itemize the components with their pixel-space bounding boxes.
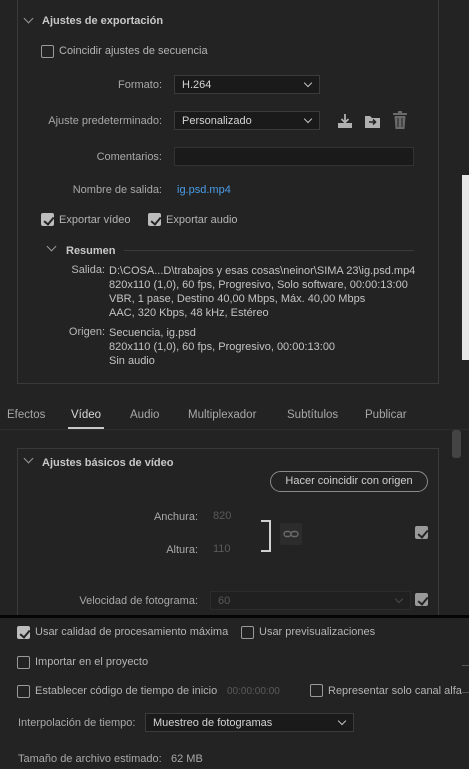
export-video-checkbox[interactable] <box>41 213 54 226</box>
tab-captions[interactable]: Subtítulos <box>287 409 338 421</box>
chevron-down-icon <box>303 78 313 88</box>
tab-publish[interactable]: Publicar <box>365 409 407 421</box>
format-label: Formato: <box>117 79 162 91</box>
chevron-down-icon <box>337 716 347 726</box>
chevron-down-icon <box>394 594 404 604</box>
summary-source-line: 820x110 (1,0), 60 fps, Progresivo, 00:00… <box>109 341 336 353</box>
comments-input[interactable] <box>174 147 414 166</box>
summary-source-block: Secuencia, ig.psd 820x110 (1,0), 60 fps,… <box>109 326 335 368</box>
section-separator <box>0 615 469 618</box>
export-audio-checkbox[interactable] <box>148 213 161 226</box>
delete-preset-icon[interactable] <box>392 111 408 130</box>
max-quality-label: Usar calidad de procesamiento máxima <box>35 626 229 638</box>
aspect-bracket <box>261 520 271 552</box>
width-value[interactable]: 820 <box>213 510 231 522</box>
summary-divider <box>124 250 414 251</box>
set-start-timecode-checkbox[interactable] <box>17 685 30 698</box>
frame-rate-label: Velocidad de fotograma: <box>79 595 198 607</box>
file-size-label: Tamaño de archivo estimado: <box>18 753 162 765</box>
match-frame-rate-checkbox[interactable] <box>415 593 428 606</box>
export-settings-title: Ajustes de exportación <box>42 15 164 27</box>
match-source-button[interactable]: Hacer coincidir con origen <box>270 471 428 492</box>
alpha-only-checkbox[interactable] <box>310 684 323 697</box>
summary-output-line: 820x110 (1,0), 60 fps, Progresivo, Solo … <box>109 279 408 291</box>
summary-output-line: VBR, 1 pase, Destino 40,00 Mbps, Máx. 40… <box>109 293 366 305</box>
summary-output-key: Salida: <box>71 264 105 276</box>
summary-output-line: AAC, 320 Kbps, 48 kHz, Estéreo <box>109 307 269 319</box>
use-previews-checkbox[interactable] <box>241 626 254 639</box>
format-select[interactable]: H.264 <box>174 75 320 94</box>
height-label: Altura: <box>166 544 198 556</box>
import-preset-icon[interactable] <box>363 112 383 130</box>
chevron-down-icon <box>303 114 313 124</box>
tab-video[interactable]: Vídeo <box>71 409 101 421</box>
summary-source-line: Sin audio <box>109 355 155 367</box>
output-name-link[interactable]: ig.psd.mp4 <box>177 184 231 196</box>
match-sequence-label: Coincidir ajustes de secuencia <box>59 45 208 57</box>
export-audio-label: Exportar audio <box>166 214 238 226</box>
tabs-divider <box>0 429 469 430</box>
edge-tick <box>462 665 469 666</box>
preset-label: Ajuste predeterminado: <box>48 115 162 127</box>
video-basic-title: Ajustes básicos de vídeo <box>42 457 174 469</box>
time-interpolation-select[interactable]: Muestreo de fotogramas <box>145 713 354 732</box>
time-interpolation-label: Interpolación de tiempo: <box>18 717 136 729</box>
import-project-checkbox[interactable] <box>17 656 30 669</box>
frame-rate-value: 60 <box>218 595 231 607</box>
match-size-checkbox[interactable] <box>415 526 428 539</box>
summary-source-key: Origen: <box>68 326 105 338</box>
preset-select[interactable]: Personalizado <box>174 111 320 130</box>
alpha-only-label: Representar solo canal alfa <box>328 685 462 697</box>
scrollbar-thumb-lower[interactable] <box>452 430 461 458</box>
save-preset-icon[interactable] <box>336 112 354 130</box>
summary-source-line: Secuencia, ig.psd <box>109 327 196 339</box>
use-previews-label: Usar previsualizaciones <box>259 626 376 638</box>
summary-title: Resumen <box>66 245 116 257</box>
summary-output-block: D:\COSA...D\trabajos y esas cosas\neinor… <box>109 264 415 320</box>
output-name-label: Nombre de salida: <box>72 184 162 196</box>
match-sequence-checkbox[interactable] <box>41 45 54 58</box>
frame-rate-select[interactable]: 60 <box>210 591 411 610</box>
tab-audio[interactable]: Audio <box>130 409 159 421</box>
export-video-label: Exportar vídeo <box>59 214 131 226</box>
time-interpolation-value: Muestreo de fotogramas <box>153 717 273 729</box>
height-value[interactable]: 110 <box>213 543 231 555</box>
format-value: H.264 <box>182 79 212 91</box>
set-start-timecode-label: Establecer código de tiempo de inicio <box>35 685 218 697</box>
max-quality-checkbox[interactable] <box>17 626 30 639</box>
file-size-value: 62 MB <box>171 753 203 765</box>
import-project-label: Importar en el proyecto <box>35 656 149 668</box>
comments-label: Comentarios: <box>96 151 162 163</box>
scrollbar-thumb-upper[interactable] <box>462 175 469 360</box>
start-timecode-value[interactable]: 00:00:00:00 <box>227 686 280 697</box>
width-label: Anchura: <box>153 511 198 523</box>
edge-tick <box>462 692 469 693</box>
tab-effects[interactable]: Efectos <box>7 409 45 421</box>
summary-output-line: D:\COSA...D\trabajos y esas cosas\neinor… <box>109 265 416 277</box>
preset-value: Personalizado <box>182 115 252 127</box>
tab-multiplexer[interactable]: Multiplexador <box>188 409 256 421</box>
chain-link-icon[interactable] <box>280 523 302 545</box>
